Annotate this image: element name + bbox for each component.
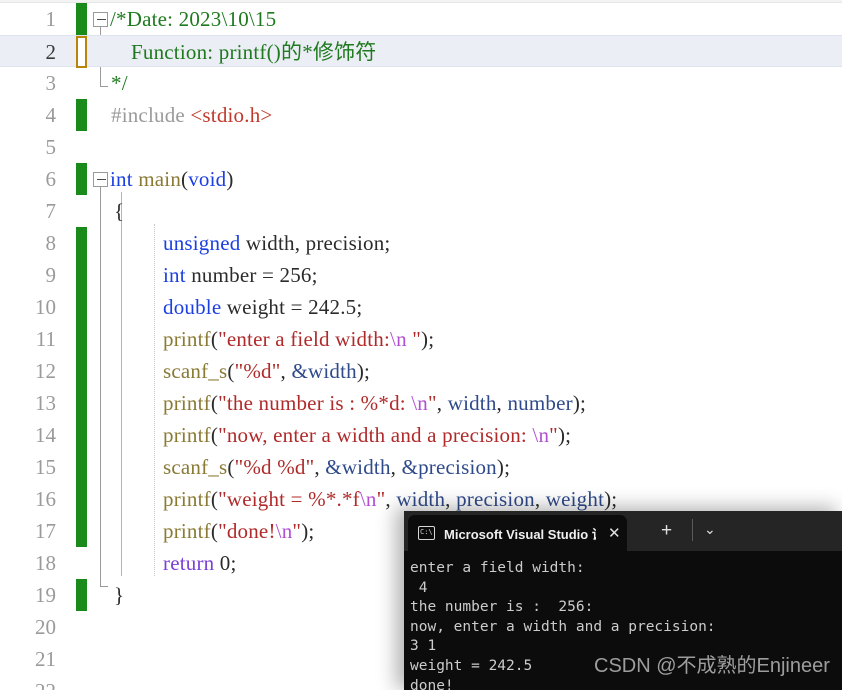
code-text: unsigned width, precision;	[163, 231, 391, 255]
code-line-11[interactable]: 11 printf("enter a field width:\n ");	[0, 323, 842, 355]
terminal-line: weight = 242.5	[410, 657, 533, 674]
terminal-line: 3 1	[410, 638, 437, 655]
line-number: 7	[45, 199, 57, 223]
code-line-10[interactable]: 10 double weight = 242.5;	[0, 291, 842, 323]
code-line-15[interactable]: 15 scanf_s("%d %d", &width, &precision);	[0, 451, 842, 483]
line-number: 18	[35, 551, 56, 575]
code-text: return 0;	[163, 551, 237, 575]
fold-toggle-main[interactable]	[93, 172, 108, 187]
change-bar	[76, 99, 87, 131]
line-number: 9	[45, 263, 57, 287]
code-line-6[interactable]: 6 int main(void)	[0, 163, 842, 195]
code-line-4[interactable]: 4 #include <stdio.h>	[0, 99, 842, 131]
change-bar	[76, 323, 87, 355]
code-text: printf("done!\n");	[163, 519, 315, 543]
line-number: 14	[35, 423, 56, 447]
code-text: Function: printf()的*修饰符	[131, 40, 377, 64]
line-number: 12	[35, 359, 56, 383]
line-number: 16	[35, 487, 56, 511]
console-icon	[418, 525, 435, 540]
code-text: int number = 256;	[163, 263, 318, 287]
line-number: 15	[35, 455, 56, 479]
close-icon[interactable]: ✕	[608, 526, 621, 541]
change-bar	[76, 355, 87, 387]
code-text: {	[114, 199, 125, 223]
tabbar-separator	[692, 519, 693, 541]
code-text: printf("now, enter a width and a precisi…	[163, 423, 572, 447]
line-number: 3	[45, 71, 57, 95]
code-text: printf("enter a field width:\n ");	[163, 327, 435, 351]
change-bar	[76, 451, 87, 483]
line-number: 21	[35, 647, 56, 671]
change-bar	[76, 291, 87, 323]
line-number: 10	[35, 295, 56, 319]
line-number: 2	[45, 40, 57, 64]
line-number: 19	[35, 583, 56, 607]
code-line-9[interactable]: 9 int number = 256;	[0, 259, 842, 291]
line-number: 17	[35, 519, 56, 543]
code-line-13[interactable]: 13 printf("the number is : %*d: \n", wid…	[0, 387, 842, 419]
change-bar	[76, 579, 87, 611]
terminal-tab-title: Microsoft Visual Studio 调试控制台	[444, 526, 596, 542]
code-line-2[interactable]: 2 Function: printf()的*修饰符	[0, 35, 842, 68]
change-bar	[76, 419, 87, 451]
line-number: 5	[45, 135, 57, 159]
code-text: printf("the number is : %*d: \n", width,…	[163, 391, 587, 415]
terminal-output[interactable]: enter a field width: 4 the number is : 2…	[404, 551, 842, 690]
change-bar	[76, 163, 87, 195]
terminal-line: enter a field width:	[410, 560, 585, 576]
code-text: int main(void)	[110, 167, 234, 191]
change-bar	[76, 483, 87, 515]
code-text: #include <stdio.h>	[111, 103, 273, 127]
change-bar	[76, 227, 87, 259]
line-number: 11	[35, 327, 56, 351]
line-number: 13	[35, 391, 56, 415]
line-number: 8	[45, 231, 57, 255]
code-line-5[interactable]: 5	[0, 131, 842, 163]
terminal-line: 4	[410, 579, 428, 596]
terminal-tab-active[interactable]: Microsoft Visual Studio 调试控制台 ✕	[408, 515, 627, 551]
terminal-line: the number is : 256:	[410, 599, 594, 616]
code-text: scanf_s("%d", &width);	[163, 359, 371, 383]
line-number: 1	[45, 7, 57, 31]
code-text: scanf_s("%d %d", &width, &precision);	[163, 455, 511, 479]
code-line-8[interactable]: 8 unsigned width, precision;	[0, 227, 842, 259]
unsaved-change-bar	[76, 36, 87, 68]
fold-toggle-comment[interactable]	[93, 12, 108, 27]
code-text: double weight = 242.5;	[163, 295, 363, 319]
terminal-tab-bar[interactable]: Microsoft Visual Studio 调试控制台 ✕ + ⌄	[404, 511, 842, 551]
code-line-12[interactable]: 12 scanf_s("%d", &width);	[0, 355, 842, 387]
chevron-down-icon[interactable]: ⌄	[704, 520, 716, 539]
change-bar	[76, 387, 87, 419]
line-number: 4	[45, 103, 57, 127]
code-line-14[interactable]: 14 printf("now, enter a width and a prec…	[0, 419, 842, 451]
line-number: 6	[45, 167, 57, 191]
new-tab-icon[interactable]: +	[661, 521, 672, 540]
code-line-3[interactable]: 3 */	[0, 67, 842, 99]
line-number: 22	[0, 675, 56, 690]
terminal-line: done!	[410, 677, 454, 690]
change-bar	[76, 515, 87, 547]
terminal-line: now, enter a width and a precision:	[410, 618, 716, 635]
code-text: }	[114, 583, 125, 607]
code-editor[interactable]: 1 /*Date: 2023\10\15 2 Function: printf(…	[0, 0, 842, 690]
code-line-7[interactable]: 7 {	[0, 195, 842, 227]
code-text: */	[111, 71, 128, 95]
code-line-1[interactable]: 1 /*Date: 2023\10\15	[0, 3, 842, 35]
code-text: /*Date: 2023\10\15	[110, 7, 277, 31]
change-bar	[76, 259, 87, 291]
debug-console-window[interactable]: Microsoft Visual Studio 调试控制台 ✕ + ⌄ ente…	[404, 511, 842, 690]
line-number: 20	[35, 615, 56, 639]
change-bar	[76, 3, 87, 35]
